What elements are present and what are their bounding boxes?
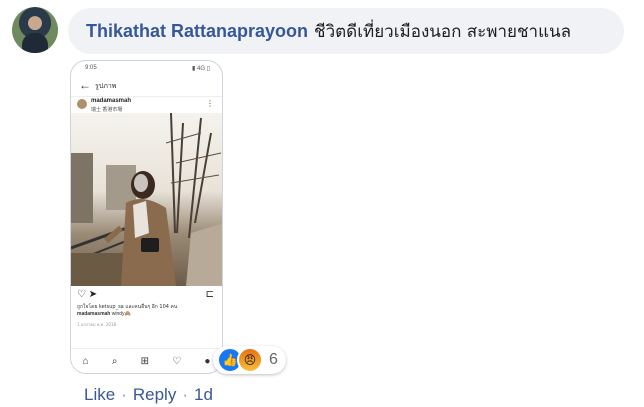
avatar-figure [22, 33, 48, 53]
attached-screenshot[interactable]: 9:05 ▮ 4G ▯ ← รูปภาพ madamasmah 瑞士 香港市場 … [70, 60, 223, 374]
commenter-avatar[interactable] [12, 7, 58, 53]
bookmark-icon: ⊏ [205, 289, 214, 300]
caption-username: madamasmah [77, 311, 111, 317]
screenshot-status-time: 9:05 [85, 65, 97, 71]
home-icon: ⌂ [82, 355, 89, 367]
reaction-count: 6 [269, 351, 278, 368]
screenshot-status-icons: ▮ 4G ▯ [192, 66, 210, 72]
angry-reaction-icon: 😠 [237, 347, 263, 373]
post-actions: ♡ ➤ [77, 289, 97, 300]
screenshot-page-title: รูปภาพ [95, 82, 117, 90]
street-scene-illustration [71, 113, 222, 286]
more-options-icon: ⋮ [206, 99, 214, 108]
post-photo [71, 113, 222, 286]
separator: · [182, 385, 188, 404]
comment-author-link[interactable]: Thikathat Rattanaprayoon [86, 21, 308, 42]
like-link[interactable]: Like [84, 385, 115, 404]
back-arrow-icon: ← [79, 78, 91, 92]
post-location: 瑞士 香港市場 [91, 107, 123, 113]
reactions-summary[interactable]: 👍 😠 6 [213, 346, 286, 374]
screenshot-topbar: ← รูปภาพ [71, 76, 222, 97]
comment-text: ชีวิตดีเที่ยวเมืองนอก สะพายชาแนล [314, 21, 572, 42]
share-icon: ➤ [88, 289, 98, 300]
search-icon: ⌕ [111, 355, 118, 367]
comment-bubble: Thikathat Rattanaprayoon ชีวิตดีเที่ยวเม… [68, 8, 624, 54]
activity-heart-icon: ♡ [172, 355, 182, 367]
screenshot-navbar: ⌂ ⌕ ⊞ ♡ ● [71, 348, 222, 373]
post-username: madamasmah [91, 98, 132, 104]
post-caption: madamasmah windy🙈 [77, 311, 131, 317]
comment-timestamp[interactable]: 1d [194, 385, 213, 404]
reply-link[interactable]: Reply [133, 385, 176, 404]
add-post-icon: ⊞ [140, 355, 150, 367]
separator: · [121, 385, 127, 404]
post-avatar [77, 99, 87, 109]
heart-icon: ♡ [77, 289, 86, 300]
comment-actions: Like · Reply · 1d [84, 385, 213, 405]
post-date: 1 มกราคม ค.ศ. 2018 [77, 322, 117, 327]
caption-text: windy🙈 [111, 311, 131, 317]
post-likes-text: ถูกใจโดย ketsup_sa และคนอื่นๆ อีก 104 คน [77, 304, 178, 310]
profile-icon: ● [204, 355, 211, 367]
